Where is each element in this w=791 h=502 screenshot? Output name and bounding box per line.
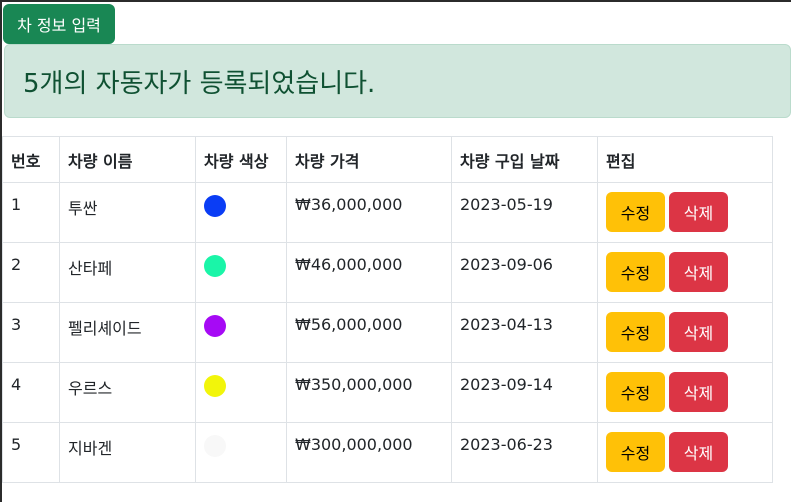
cell-purchase-date: 2023-09-06 — [451, 242, 598, 303]
cell-number: 1 — [2, 182, 60, 243]
table-row: 3 펠리셰이드 ₩56,000,000 2023-04-13 수정 삭제 — [2, 302, 773, 363]
delete-button[interactable]: 삭제 — [669, 432, 728, 472]
delete-button[interactable]: 삭제 — [669, 252, 728, 292]
cell-car-color — [195, 242, 287, 303]
header-car-color: 차량 색상 — [195, 136, 287, 183]
cell-number: 4 — [2, 362, 60, 423]
color-swatch — [204, 195, 226, 217]
color-swatch — [204, 375, 226, 397]
success-alert: 5개의 자동자가 등록되었습니다. — [4, 44, 791, 118]
table-row: 2 산타페 ₩46,000,000 2023-09-06 수정 삭제 — [2, 242, 773, 303]
header-purchase-date: 차량 구입 날짜 — [451, 136, 598, 183]
cell-car-name: 펠리셰이드 — [59, 302, 196, 363]
cell-car-price: ₩56,000,000 — [286, 302, 452, 363]
table-row: 1 투싼 ₩36,000,000 2023-05-19 수정 삭제 — [2, 182, 773, 243]
edit-button[interactable]: 수정 — [606, 312, 665, 352]
cell-car-color — [195, 422, 287, 483]
header-edit: 편집 — [597, 136, 773, 183]
delete-button[interactable]: 삭제 — [669, 372, 728, 412]
cars-table: 번호 차량 이름 차량 색상 차량 가격 차량 구입 날짜 편집 1 투싼 ₩3… — [2, 136, 773, 483]
table-row: 4 우르스 ₩350,000,000 2023-09-14 수정 삭제 — [2, 362, 773, 423]
color-swatch — [204, 315, 226, 337]
cell-actions: 수정 삭제 — [597, 302, 773, 363]
cell-purchase-date: 2023-04-13 — [451, 302, 598, 363]
cell-purchase-date: 2023-05-19 — [451, 182, 598, 243]
cell-car-price: ₩350,000,000 — [286, 362, 452, 423]
cell-purchase-date: 2023-09-14 — [451, 362, 598, 423]
edit-button[interactable]: 수정 — [606, 252, 665, 292]
cell-number: 2 — [2, 242, 60, 303]
cell-car-color — [195, 182, 287, 243]
cell-number: 3 — [2, 302, 60, 363]
header-car-price: 차량 가격 — [286, 136, 452, 183]
header-number: 번호 — [2, 136, 60, 183]
cell-car-name: 우르스 — [59, 362, 196, 423]
window-top-edge — [0, 0, 791, 2]
edit-button[interactable]: 수정 — [606, 192, 665, 232]
cell-car-name: 투싼 — [59, 182, 196, 243]
cell-car-price: ₩46,000,000 — [286, 242, 452, 303]
cell-car-price: ₩300,000,000 — [286, 422, 452, 483]
cell-actions: 수정 삭제 — [597, 422, 773, 483]
color-swatch — [204, 255, 226, 277]
table-header-row: 번호 차량 이름 차량 색상 차량 가격 차량 구입 날짜 편집 — [2, 136, 773, 183]
cell-number: 5 — [2, 422, 60, 483]
cell-purchase-date: 2023-06-23 — [451, 422, 598, 483]
cell-car-price: ₩36,000,000 — [286, 182, 452, 243]
cell-actions: 수정 삭제 — [597, 362, 773, 423]
edit-button[interactable]: 수정 — [606, 432, 665, 472]
cell-actions: 수정 삭제 — [597, 182, 773, 243]
header-car-name: 차량 이름 — [59, 136, 196, 183]
add-car-button[interactable]: 차 정보 입력 — [3, 4, 115, 44]
cell-car-color — [195, 362, 287, 423]
delete-button[interactable]: 삭제 — [669, 312, 728, 352]
edit-button[interactable]: 수정 — [606, 372, 665, 412]
cell-actions: 수정 삭제 — [597, 242, 773, 303]
alert-message: 5개의 자동자가 등록되었습니다. — [23, 68, 376, 99]
cell-car-name: 산타페 — [59, 242, 196, 303]
color-swatch — [204, 435, 226, 457]
table-row: 5 지바겐 ₩300,000,000 2023-06-23 수정 삭제 — [2, 422, 773, 483]
delete-button[interactable]: 삭제 — [669, 192, 728, 232]
cell-car-color — [195, 302, 287, 363]
cell-car-name: 지바겐 — [59, 422, 196, 483]
